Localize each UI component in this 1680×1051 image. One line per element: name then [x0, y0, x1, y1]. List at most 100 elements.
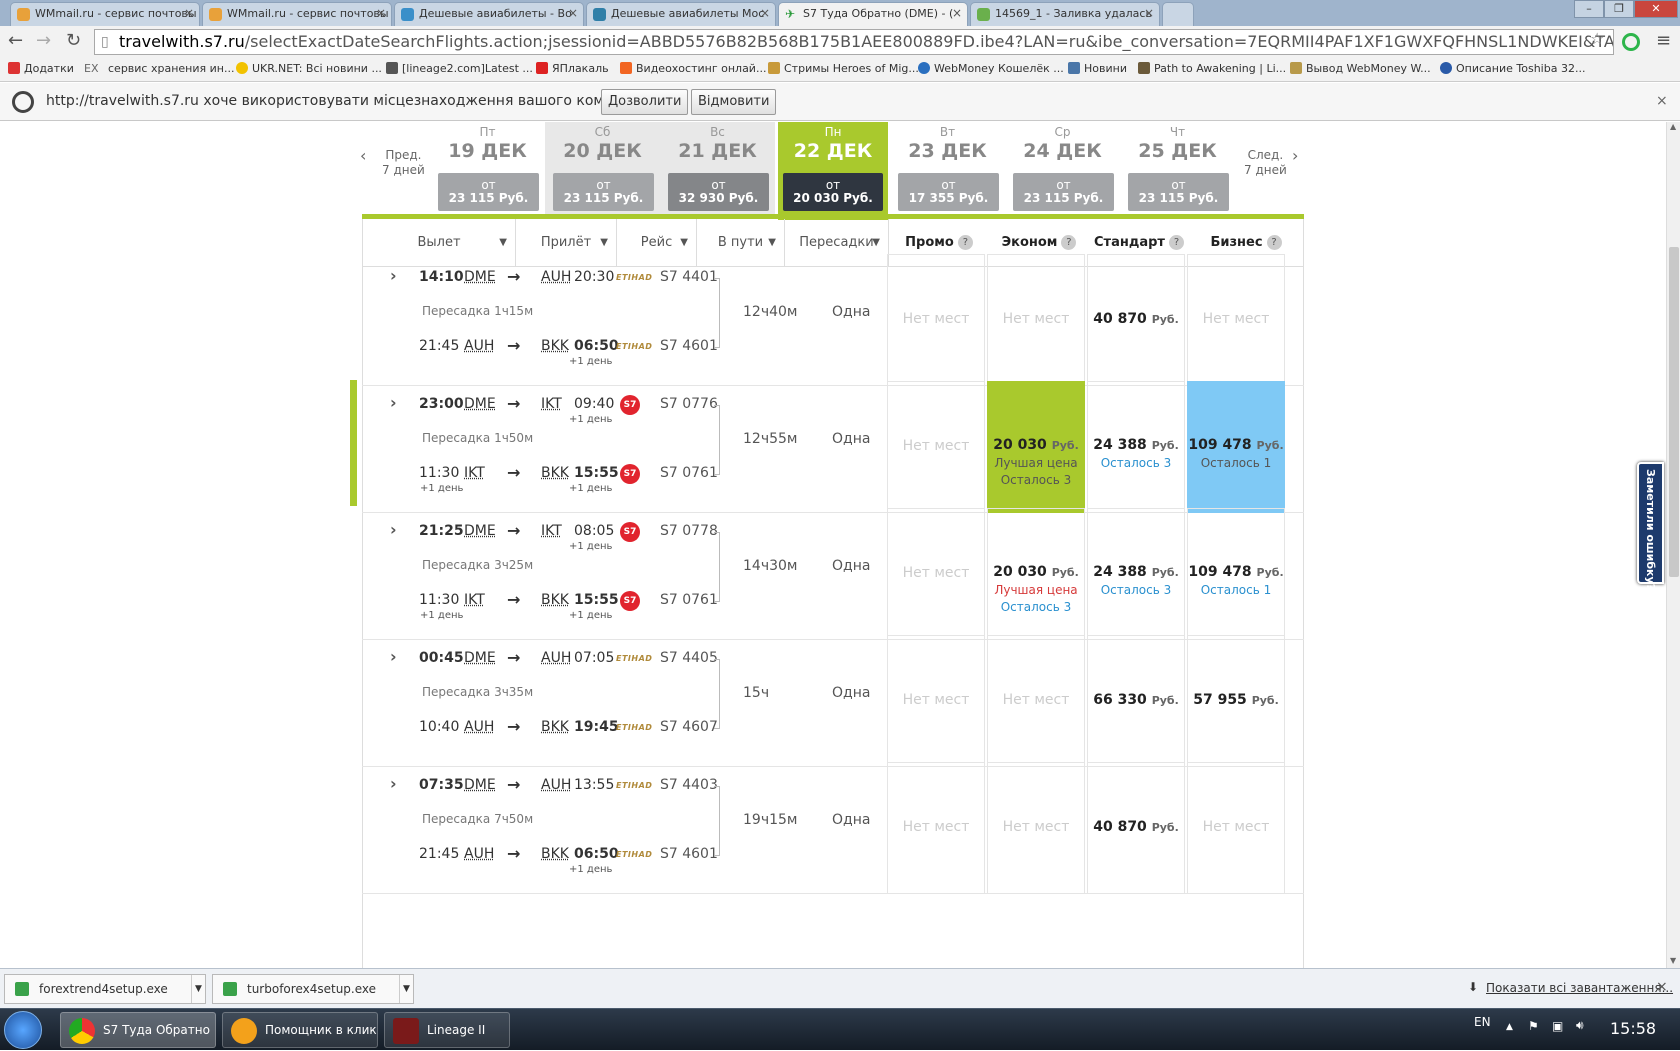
allow-button[interactable]: Дозволити — [601, 89, 689, 115]
reload-icon[interactable]: ↻ — [66, 30, 81, 51]
close-tab-icon[interactable]: × — [952, 6, 962, 20]
download-item[interactable]: forextrend4setup.exe ▼ — [4, 974, 206, 1004]
flight-number[interactable]: S7 0778 — [660, 523, 718, 539]
tray-expand-icon[interactable]: ▲ — [1506, 1022, 1513, 1032]
taskbar-item[interactable]: Помощник в клик... — [222, 1012, 378, 1048]
flight-number[interactable]: S7 4401 — [660, 269, 718, 285]
airport-code[interactable]: BKK — [541, 719, 569, 735]
date-cell[interactable]: Сб 20 ДЕК от 23 115 Руб. — [545, 122, 660, 217]
standard-fare-cell[interactable]: 24 388 Руб. Осталось 3 — [1087, 508, 1185, 640]
airport-code[interactable]: AUH — [464, 846, 494, 862]
start-button[interactable] — [4, 1011, 42, 1049]
taskbar-item[interactable]: S7 Туда Обратно ... — [60, 1012, 216, 1048]
economy-fare-cell[interactable]: 20 030 Руб. Лучшая цена Осталось 3 — [987, 508, 1085, 640]
help-icon[interactable]: ? — [1061, 235, 1077, 250]
flight-number[interactable]: S7 4601 — [660, 338, 718, 354]
bookmark-item[interactable]: EX — [84, 62, 99, 75]
airport-code[interactable]: IKT — [464, 592, 485, 608]
close-infobar-icon[interactable]: × — [1656, 93, 1668, 109]
clock[interactable]: 15:58 — [1610, 1019, 1656, 1038]
bookmark-star-icon[interactable]: ☆ — [1590, 29, 1604, 48]
airport-code[interactable]: BKK — [541, 338, 569, 354]
flight-row[interactable]: › 00:45 DME → AUH 07:05 ETIHAD S7 4405 Пересадка… — [362, 633, 1304, 767]
close-tab-icon[interactable]: × — [760, 6, 770, 20]
bookmark-item[interactable]: Додатки — [8, 62, 74, 75]
page-scrollbar[interactable]: ▲ ▼ — [1666, 122, 1680, 968]
chevron-down-icon[interactable]: ▼ — [191, 975, 205, 1003]
standard-fare-cell[interactable]: 40 870 Руб. — [1087, 254, 1185, 386]
language-indicator[interactable]: EN — [1474, 1015, 1491, 1029]
scroll-down-icon[interactable]: ▼ — [1670, 956, 1676, 965]
bookmark-item[interactable]: Path to Awakening | Li... — [1138, 62, 1286, 75]
bookmark-item[interactable]: Описание Toshiba 32... — [1440, 62, 1585, 75]
date-cell[interactable]: Пт 19 ДЕК от 23 115 Руб. — [430, 122, 545, 217]
expand-chevron-icon[interactable]: › — [390, 647, 397, 666]
airport-code[interactable]: AUH — [464, 338, 494, 354]
download-item[interactable]: turboforex4setup.exe ▼ — [212, 974, 414, 1004]
maximize-icon[interactable]: ❐ — [1604, 0, 1634, 18]
airport-code[interactable]: DME — [464, 269, 496, 285]
help-icon[interactable]: ? — [957, 235, 973, 250]
airport-code[interactable]: AUH — [541, 269, 571, 285]
date-cell-selected[interactable]: Пн 22 ДЕК от 20 030 Руб. — [778, 122, 888, 220]
flight-number[interactable]: S7 4403 — [660, 777, 718, 793]
network-icon[interactable]: ▣ — [1552, 1019, 1563, 1033]
close-window-icon[interactable]: ✕ — [1634, 0, 1678, 18]
scroll-up-icon[interactable]: ▲ — [1670, 122, 1676, 131]
close-tab-icon[interactable]: × — [376, 6, 386, 20]
flight-number[interactable]: S7 0776 — [660, 396, 718, 412]
standard-fare-cell[interactable]: 40 870 Руб. — [1087, 762, 1185, 894]
flight-number[interactable]: S7 4607 — [660, 719, 718, 735]
browser-tab[interactable]: WMmail.ru - сервис почтовы × — [10, 2, 200, 26]
close-tab-icon[interactable]: × — [184, 6, 194, 20]
minimize-icon[interactable]: – — [1574, 0, 1604, 18]
flight-number[interactable]: S7 4601 — [660, 846, 718, 862]
airport-code[interactable]: AUH — [541, 650, 571, 666]
browser-tab[interactable]: 14569_1 - Заливка удалась × — [970, 2, 1160, 26]
date-cell[interactable]: Ср 24 ДЕК от 23 115 Руб. — [1005, 122, 1120, 217]
browser-tab-active[interactable]: ✈ S7 Туда Обратно (DME) - (× — [778, 2, 968, 26]
new-tab-button[interactable] — [1162, 2, 1194, 26]
airport-code[interactable]: IKT — [541, 396, 562, 412]
bookmark-item[interactable]: Стримы Heroes of Mig... — [768, 62, 919, 75]
flight-row[interactable]: › 14:10 DME → AUH 20:30 ETIHAD S7 4401 Пересадка… — [362, 252, 1304, 386]
close-tab-icon[interactable]: × — [568, 6, 578, 20]
address-bar[interactable]: ▯ travelwith.s7.ru/selectExactDateSearchF… — [94, 29, 1614, 55]
help-icon[interactable]: ? — [1168, 235, 1184, 250]
chevron-left-icon[interactable]: ‹ — [360, 146, 366, 165]
airport-code[interactable]: DME — [464, 777, 496, 793]
flight-number[interactable]: S7 4405 — [660, 650, 718, 666]
airport-code[interactable]: IKT — [464, 465, 485, 481]
show-all-downloads-link[interactable]: Показати всі завантаження... — [1486, 981, 1673, 995]
deny-button[interactable]: Відмовити — [691, 89, 777, 115]
bookmark-item[interactable]: [lineage2.com]Latest ... — [386, 62, 533, 75]
close-tab-icon[interactable]: × — [1144, 6, 1154, 20]
bookmark-item[interactable]: Вывод WebMoney W... — [1290, 62, 1431, 75]
taskbar-item[interactable]: Lineage II — [384, 1012, 510, 1048]
browser-tab[interactable]: Дешевые авиабилеты - Во × — [394, 2, 584, 26]
bookmark-item[interactable]: WebMoney Кошелёк ... — [918, 62, 1064, 75]
scrollbar-thumb[interactable] — [1669, 247, 1679, 577]
flag-icon[interactable]: ⚑ — [1528, 1019, 1539, 1033]
volume-icon[interactable]: 🔊︎ — [1576, 1018, 1584, 1033]
airport-code[interactable]: BKK — [541, 592, 569, 608]
airport-code[interactable]: BKK — [541, 846, 569, 862]
airport-code[interactable]: BKK — [541, 465, 569, 481]
forward-icon[interactable]: → — [36, 30, 51, 51]
flight-row[interactable]: › 21:25 DME → IKT 08:05 +1 день S7 S7 0778 Переса… — [362, 506, 1304, 640]
expand-chevron-icon[interactable]: › — [390, 520, 397, 539]
expand-chevron-icon[interactable]: › — [390, 393, 397, 412]
expand-chevron-icon[interactable]: › — [390, 774, 397, 793]
bookmark-item[interactable]: UKR.NET: Всі новини ... — [236, 62, 382, 75]
expand-chevron-icon[interactable]: › — [390, 266, 397, 285]
standard-fare-cell[interactable]: 24 388 Руб. Осталось 3 — [1087, 381, 1185, 513]
close-downloads-icon[interactable]: × — [1656, 979, 1668, 995]
bookmark-item[interactable]: Видеохостинг онлай... — [620, 62, 766, 75]
business-fare-cell[interactable]: 109 478 Руб. Осталось 1 — [1187, 508, 1285, 640]
back-icon[interactable]: ← — [8, 30, 23, 51]
date-cell[interactable]: Вт 23 ДЕК от 17 355 Руб. — [890, 122, 1005, 217]
prev-week-link[interactable]: Пред. 7 дней — [382, 148, 425, 178]
chevron-right-icon[interactable]: › — [1292, 146, 1298, 165]
economy-fare-cell[interactable]: 20 030 Руб. Лучшая цена Осталось 3 — [987, 381, 1085, 513]
extension-icon[interactable] — [1622, 33, 1640, 51]
